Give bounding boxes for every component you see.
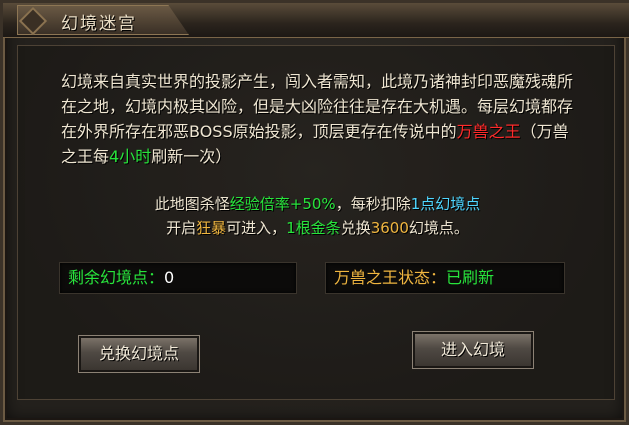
maze-description: 幻境来自真实世界的投影产生，闯入者需知，此境乃诸神封印恶魔残魂所在之地，幻境内极… [61, 69, 581, 169]
panel-header: 幻境迷宫 [3, 3, 629, 38]
info-text: 可进入， [226, 219, 287, 237]
exchange-points-button[interactable]: 兑换幻境点 [78, 335, 200, 373]
maze-panel: 幻境迷宫 幻境来自真实世界的投影产生，闯入者需知，此境乃诸神封印恶魔残魂所在之地… [0, 0, 629, 425]
boss-name: 万兽之王 [456, 122, 521, 141]
info-text: 开启 [166, 219, 197, 237]
info-text: 兑换 [340, 219, 371, 237]
info-text: 幻境点。 [408, 219, 469, 237]
boss-status-label: 万兽之王状态： [334, 268, 447, 287]
exp-rate: 经验倍率+50% [229, 195, 336, 213]
info-text: ，每秒扣除 [335, 195, 411, 213]
enter-maze-button[interactable]: 进入幻境 [412, 331, 534, 369]
gold-bar-cost: 1根金条 [286, 219, 341, 237]
refresh-hours: 4小时 [109, 147, 152, 166]
exchange-points-amount: 3600 [370, 219, 409, 237]
remaining-points-label: 剩余幻境点： [68, 268, 165, 287]
description-text-3: 刷新一次） [151, 147, 232, 166]
info-line-exp: 此地图杀怪经验倍率+50%，每秒扣除1点幻境点 [3, 193, 629, 214]
info-line-entry: 开启狂暴可进入，1根金条兑换3600幻境点。 [3, 217, 629, 238]
boss-status-box: 万兽之王状态：已刷新 [325, 262, 565, 294]
info-text: 此地图杀怪 [154, 195, 230, 213]
window-title: 幻境迷宫 [61, 14, 137, 34]
point-deduction: 1点幻境点 [410, 195, 481, 213]
rage-requirement: 狂暴 [196, 219, 227, 237]
boss-status-value: 已刷新 [446, 268, 495, 287]
remaining-points-value: 0 [164, 268, 175, 287]
remaining-points-box: 剩余幻境点：0 [59, 262, 297, 294]
